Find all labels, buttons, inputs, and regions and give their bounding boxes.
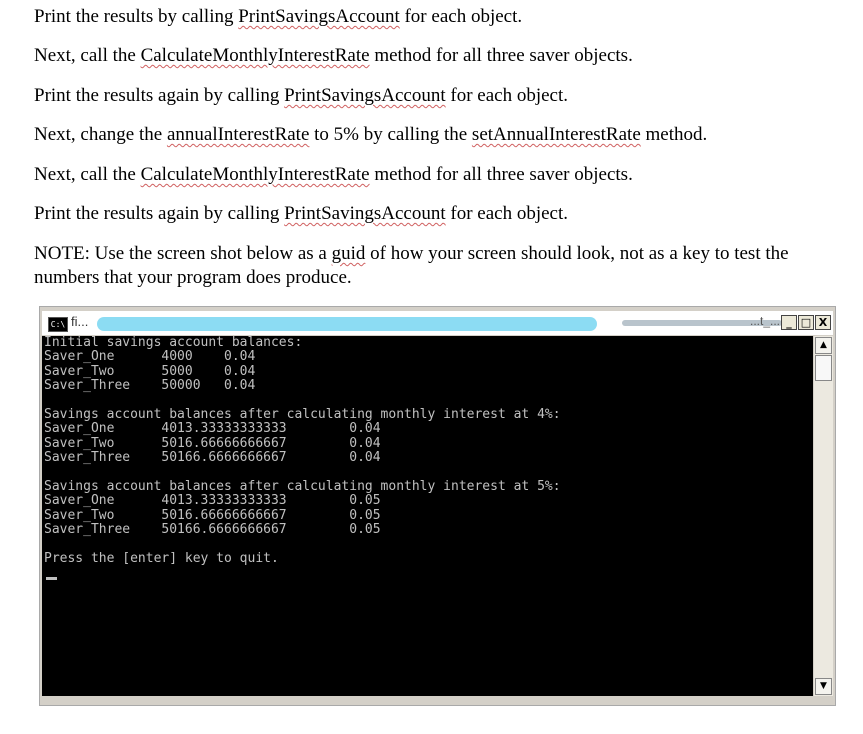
text: method for all three saver objects. — [369, 45, 633, 66]
text: Next, change the — [34, 124, 167, 145]
text: for each object. — [399, 6, 523, 27]
misspelled-word: guid — [331, 243, 366, 264]
scroll-down-arrow-icon[interactable]: ▼ — [815, 678, 832, 695]
method-name: CalculateMonthlyInterestRate — [140, 164, 370, 185]
console-output: Initial savings account balances: Saver_… — [44, 335, 561, 567]
method-name: PrintSavingsAccount — [284, 203, 446, 224]
vertical-scrollbar[interactable]: ▲ ▼ — [814, 336, 833, 696]
minimize-button[interactable]: _ — [781, 315, 797, 330]
instruction-line-2: Next, call the CalculateMonthlyInterestR… — [34, 44, 633, 68]
command-prompt-icon: C:\ — [48, 317, 68, 332]
text: Print the results by calling — [34, 6, 239, 27]
text: for each object. — [445, 85, 569, 106]
method-name: PrintSavingsAccount — [284, 85, 446, 106]
text-cursor — [46, 577, 57, 580]
text: for each object. — [445, 203, 569, 224]
window-title-suffix: ...t_... — [750, 314, 781, 328]
scroll-up-arrow-icon[interactable]: ▲ — [815, 337, 832, 354]
title-bar[interactable]: C:\ fi... ...t_... _ □ X — [42, 311, 833, 335]
redaction-mark — [97, 317, 597, 331]
instruction-line-4: Next, change the annualInterestRate to 5… — [34, 123, 707, 147]
text: to 5% by calling the — [309, 124, 472, 145]
close-button[interactable]: X — [815, 315, 831, 330]
console-output-area[interactable]: Initial savings account balances: Saver_… — [42, 335, 813, 696]
text: Next, call the — [34, 45, 141, 66]
method-name: PrintSavingsAccount — [238, 6, 400, 27]
method-name: CalculateMonthlyInterestRate — [140, 45, 370, 66]
instruction-line-1: Print the results by calling PrintSaving… — [34, 5, 522, 29]
maximize-button[interactable]: □ — [798, 315, 814, 330]
text: Print the results again by calling — [34, 203, 285, 224]
text: method for all three saver objects. — [369, 164, 633, 185]
note-paragraph: NOTE: Use the screen shot below as a gui… — [34, 242, 834, 290]
field-name: annualInterestRate — [166, 124, 310, 145]
text: method. — [640, 124, 708, 145]
instruction-line-3: Print the results again by calling Print… — [34, 84, 568, 108]
window-title: fi... — [71, 314, 89, 329]
instruction-line-5: Next, call the CalculateMonthlyInterestR… — [34, 163, 633, 187]
console-window: C:\ fi... ...t_... _ □ X Initial savings… — [39, 306, 836, 706]
method-name: setAnnualInterestRate — [471, 124, 641, 145]
text: Next, call the — [34, 164, 141, 185]
instruction-line-6: Print the results again by calling Print… — [34, 202, 568, 226]
text: NOTE: Use the screen shot below as a — [34, 243, 332, 264]
text: Print the results again by calling — [34, 85, 285, 106]
scroll-thumb[interactable] — [815, 355, 832, 381]
